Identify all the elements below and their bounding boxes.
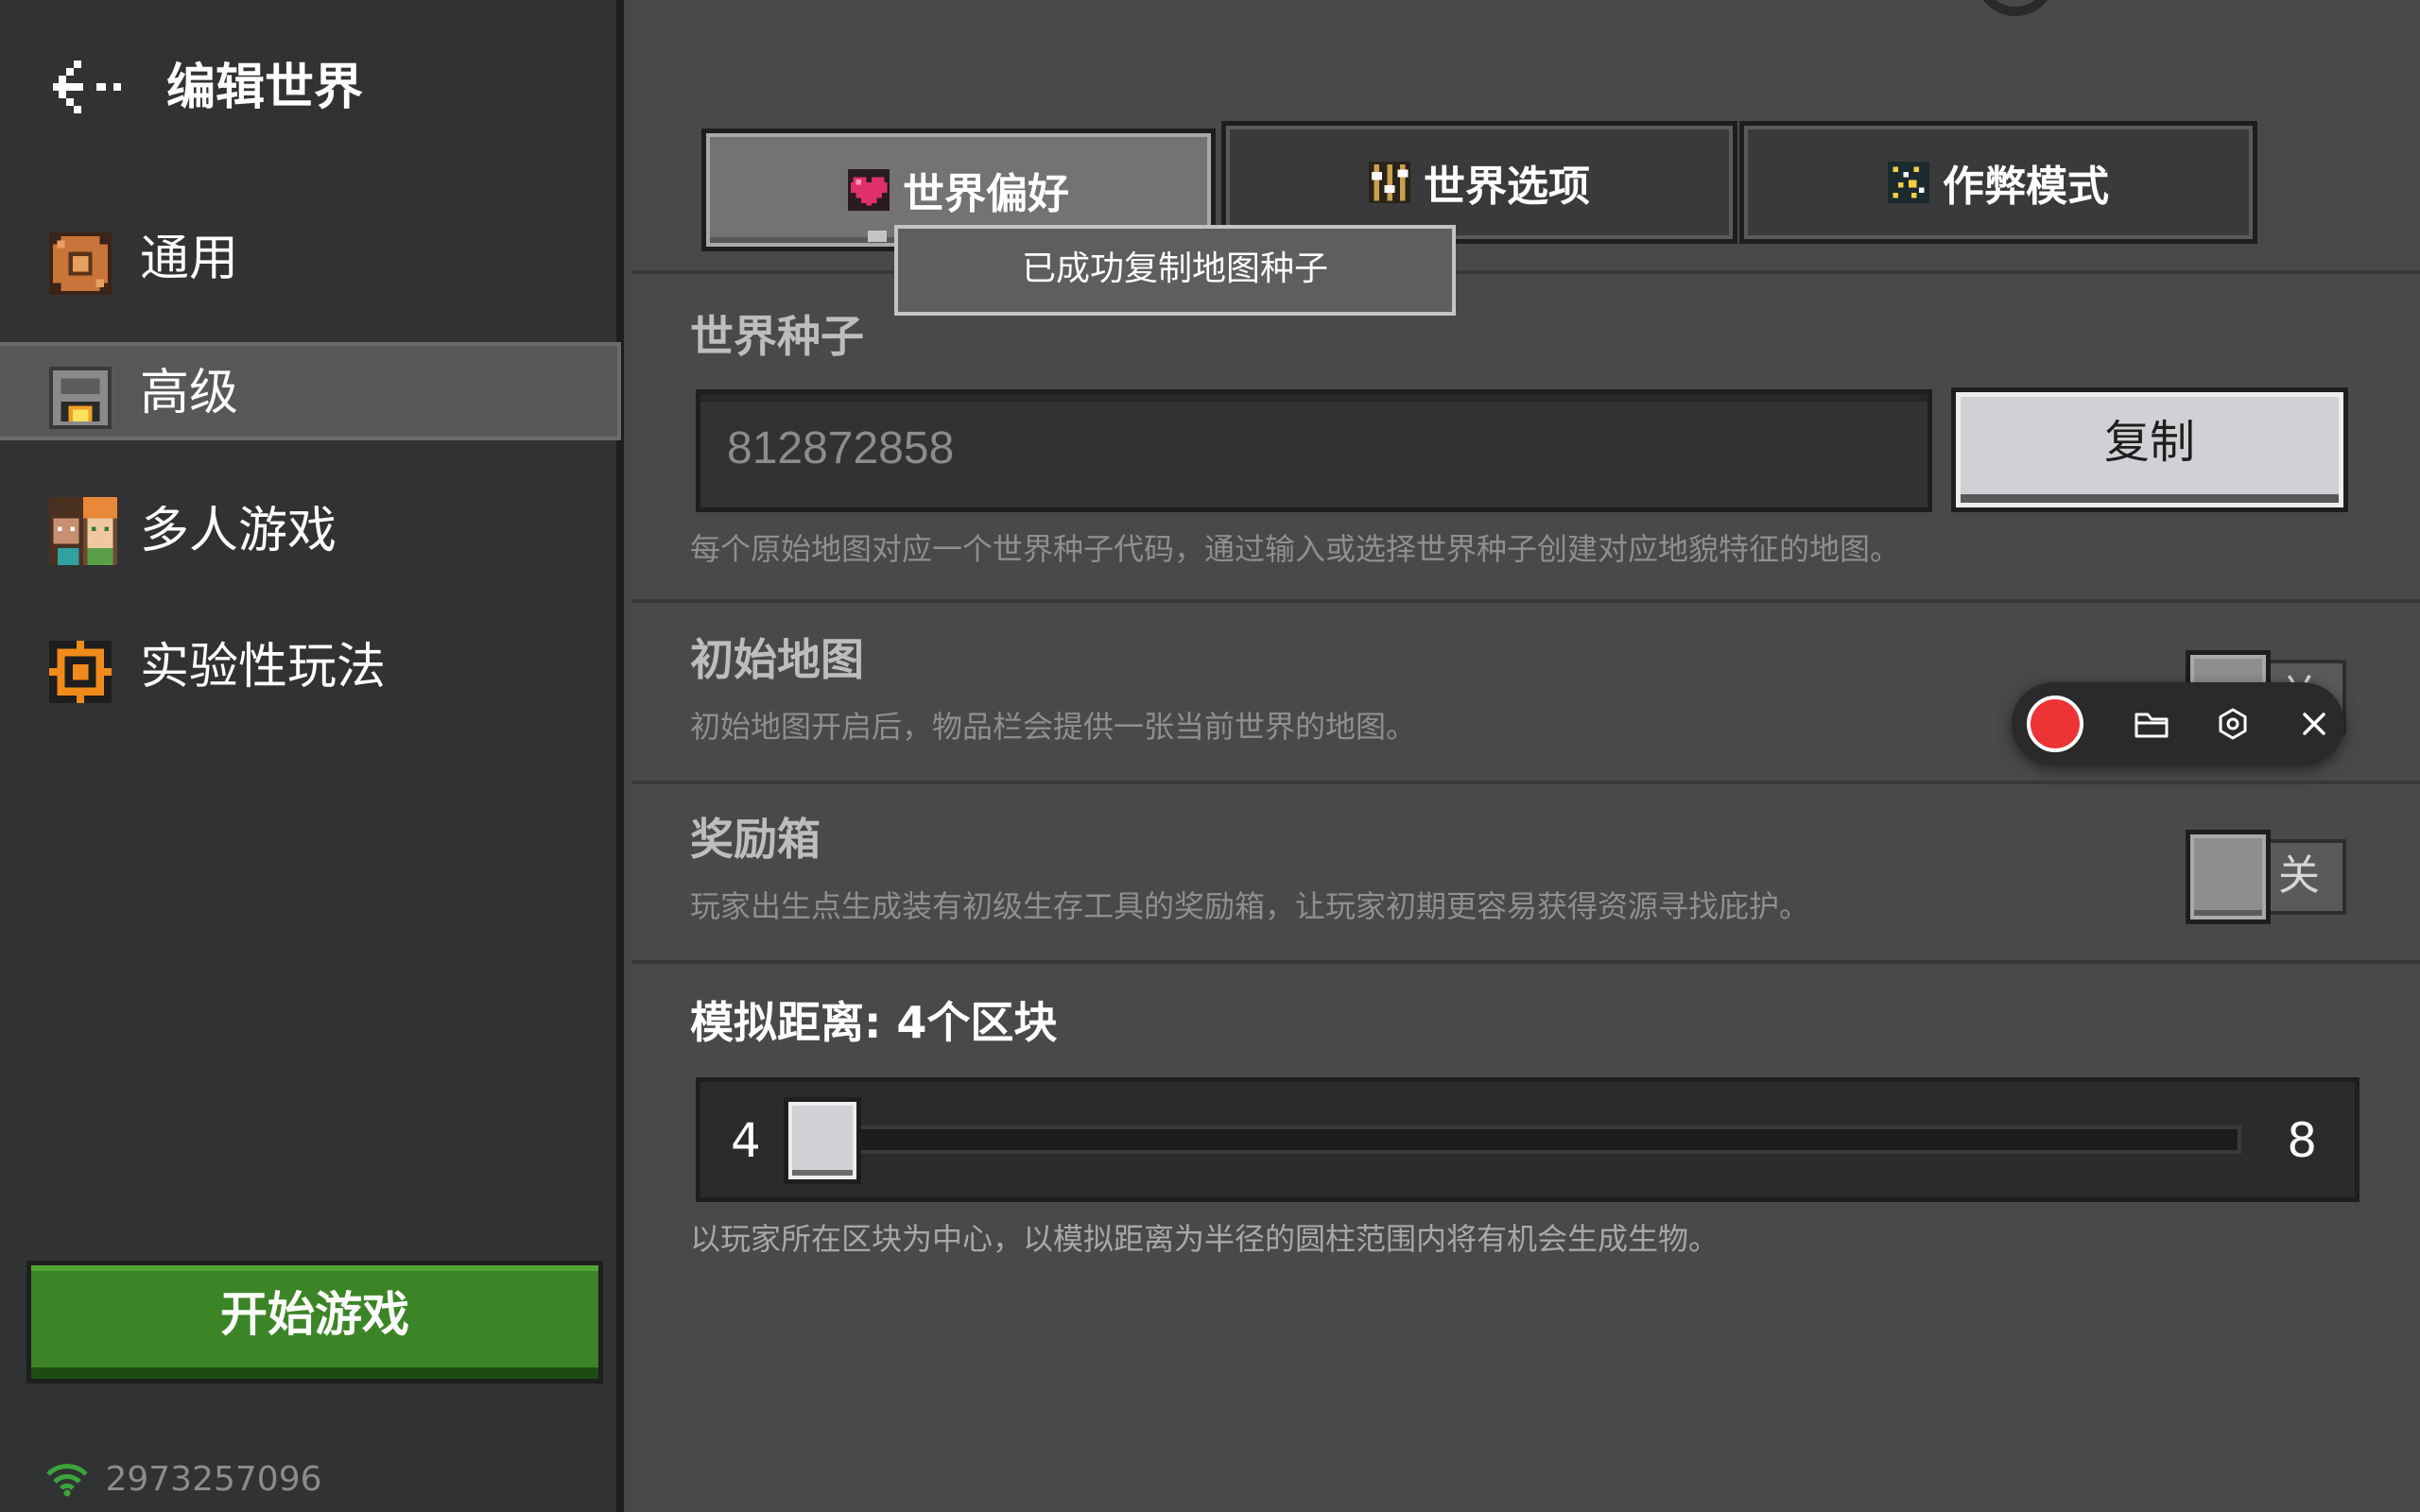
player-id-text: 2973257096	[105, 1460, 322, 1499]
folder-icon[interactable]	[2123, 696, 2180, 752]
loading-ring-icon	[1982, 0, 2048, 16]
starting-map-description: 初始地图开启后，物品栏会提供一张当前世界的地图。	[690, 709, 1417, 745]
bonus-chest-title: 奖励箱	[690, 814, 821, 865]
settings-icon[interactable]	[2204, 696, 2261, 752]
sidebar-item-label: 通用	[140, 231, 239, 287]
simulation-distance-title: 模拟距离: 4个区块	[690, 997, 1058, 1048]
furnace-icon	[49, 367, 112, 429]
sidebar: 编辑世界 通用 高级 多人游戏 实验性玩法 开始游戏 2973257096	[0, 0, 624, 1512]
back-button[interactable]	[53, 57, 129, 119]
slider-track[interactable]	[786, 1125, 2241, 1154]
bonus-chest-toggle[interactable]: 关	[2186, 830, 2348, 924]
tab-label: 作弊模式	[1943, 163, 2109, 211]
world-seed-description: 每个原始地图对应一个世界种子代码，通过输入或选择世界种子创建对应地貌特征的地图。	[690, 531, 1901, 567]
tab-label: 世界偏好	[903, 170, 1069, 218]
slider-min-label: 4	[731, 1113, 761, 1168]
multiplayer-avatar-icon	[49, 497, 117, 565]
sidebar-item-label: 实验性玩法	[140, 639, 387, 696]
player-id: 2973257096	[45, 1455, 322, 1503]
toggle-knob	[2186, 830, 2271, 924]
tab-cheats[interactable]: 作弊模式	[1739, 121, 2257, 244]
start-game-button[interactable]: 开始游戏	[26, 1261, 603, 1383]
bonus-chest-section: 奖励箱 玩家出生点生成装有初级生存工具的奖励箱，让玩家初期更容易获得资源寻找庇护…	[631, 781, 2420, 960]
heart-icon	[848, 169, 890, 211]
sidebar-item-experimental[interactable]: 实验性玩法	[0, 616, 621, 714]
world-seed-title: 世界种子	[690, 311, 864, 362]
wifi-icon	[46, 1464, 88, 1497]
simulation-distance-description: 以玩家所在区块为中心，以模拟距离为半径的圆柱范围内将有机会生成生物。	[690, 1221, 1720, 1257]
sidebar-item-advanced[interactable]: 高级	[0, 342, 621, 440]
copy-seed-button[interactable]: 复制	[1951, 387, 2348, 512]
sliders-icon	[1369, 162, 1410, 203]
cheat-icon	[1888, 162, 1929, 203]
sidebar-title: 编辑世界	[166, 60, 364, 116]
copy-success-toast: 已成功复制地图种子	[894, 225, 1456, 316]
experiment-icon	[49, 641, 112, 703]
sidebar-item-label: 高级	[140, 365, 239, 421]
slider-handle[interactable]	[784, 1097, 861, 1184]
toast-caret	[868, 231, 887, 242]
close-icon[interactable]	[2286, 696, 2342, 752]
sidebar-item-general[interactable]: 通用	[0, 208, 621, 306]
back-arrow-icon	[53, 60, 121, 113]
sidebar-item-label: 多人游戏	[140, 503, 337, 559]
screen-recorder-toolbar	[2012, 682, 2344, 765]
simulation-distance-section: 模拟距离: 4个区块 以玩家所在区块为中心，以模拟距离为半径的圆柱范围内将有机会…	[631, 960, 2420, 1512]
starting-map-title: 初始地图	[690, 634, 864, 685]
sidebar-item-multiplayer[interactable]: 多人游戏	[0, 480, 621, 578]
record-button[interactable]	[2027, 696, 2083, 752]
slider-max-label: 8	[2287, 1113, 2317, 1168]
bonus-chest-description: 玩家出生点生成装有初级生存工具的奖励箱，让玩家初期更容易获得资源寻找庇护。	[690, 888, 1810, 924]
world-seed-input[interactable]: 812872858	[696, 389, 1932, 512]
simulation-distance-slider[interactable]: 4 8	[696, 1077, 2360, 1202]
tab-label: 世界选项	[1424, 163, 1590, 211]
gear-icon	[49, 232, 112, 295]
